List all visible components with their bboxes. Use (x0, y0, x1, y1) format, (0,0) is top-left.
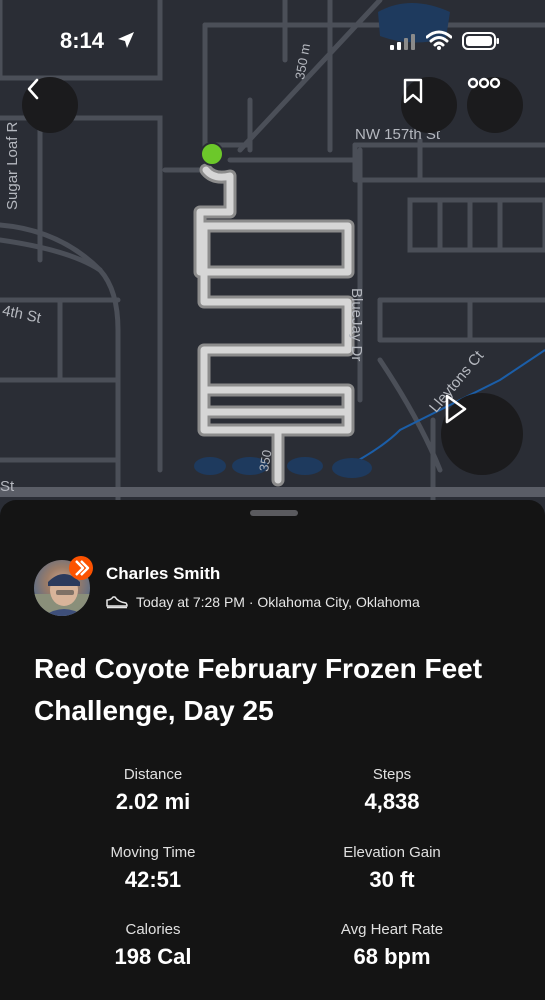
street-label: BlueJay Dr (348, 288, 365, 362)
play-icon (445, 394, 467, 424)
cellular-signal-icon (390, 34, 415, 50)
stat-value: 30 ft (369, 867, 415, 892)
activity-route (193, 163, 355, 487)
stat-value: 2.02 mi (115, 789, 191, 814)
wifi-icon (426, 30, 452, 50)
shoe-icon (106, 596, 128, 609)
bookmark-button[interactable] (401, 77, 457, 133)
stat-label: Avg Heart Rate (340, 921, 444, 938)
stat-value: 198 Cal (114, 944, 192, 969)
stat-value: 4,838 (364, 789, 420, 814)
start-marker (200, 142, 224, 166)
stat-moving-time: Moving Time 42:51 (33, 844, 273, 893)
athlete-name[interactable]: Charles Smith (106, 564, 220, 584)
battery-icon (462, 32, 499, 50)
activity-meta-text: Today at 7:28 PM · Oklahoma City, Oklaho… (136, 594, 420, 610)
more-options-button[interactable] (467, 77, 523, 133)
stat-calories: Calories 198 Cal (33, 921, 273, 970)
sheet-drag-handle[interactable] (250, 510, 298, 516)
street-label: Sugar Loaf R (4, 121, 21, 210)
stat-label: Distance (123, 766, 183, 783)
back-button[interactable] (22, 77, 78, 133)
play-flyover-button[interactable] (441, 393, 523, 475)
route-map[interactable]: NW 157th St Sugar Loaf R 4th St BlueJay … (0, 0, 545, 515)
stat-label: Elevation Gain (343, 844, 441, 861)
stat-steps: Steps 4,838 (272, 766, 512, 815)
status-time: 8:14 (60, 28, 105, 53)
activity-meta: Today at 7:28 PM · Oklahoma City, Oklaho… (106, 594, 420, 610)
street-label: St (0, 478, 15, 495)
activity-title: Red Coyote February Frozen Feet Challeng… (34, 653, 483, 726)
stat-value: 42:51 (124, 867, 182, 892)
stat-value: 68 bpm (353, 944, 431, 969)
bookmark-icon (403, 78, 423, 104)
location-arrow-icon (118, 32, 134, 48)
stat-distance: Distance 2.02 mi (33, 766, 273, 815)
stat-avg-heart-rate: Avg Heart Rate 68 bpm (272, 921, 512, 970)
activity-sheet[interactable]: Charles Smith Today at 7:28 PM · Oklahom… (0, 500, 545, 1000)
chevron-left-icon (27, 78, 39, 100)
stat-elevation-gain: Elevation Gain 30 ft (272, 844, 512, 893)
status-bar: 8:14 (0, 24, 545, 60)
more-options-icon (467, 77, 501, 89)
stat-label: Calories (125, 921, 181, 938)
stat-label: Steps (372, 766, 412, 783)
stat-label: Moving Time (110, 844, 196, 861)
strava-subscriber-badge (69, 556, 93, 580)
